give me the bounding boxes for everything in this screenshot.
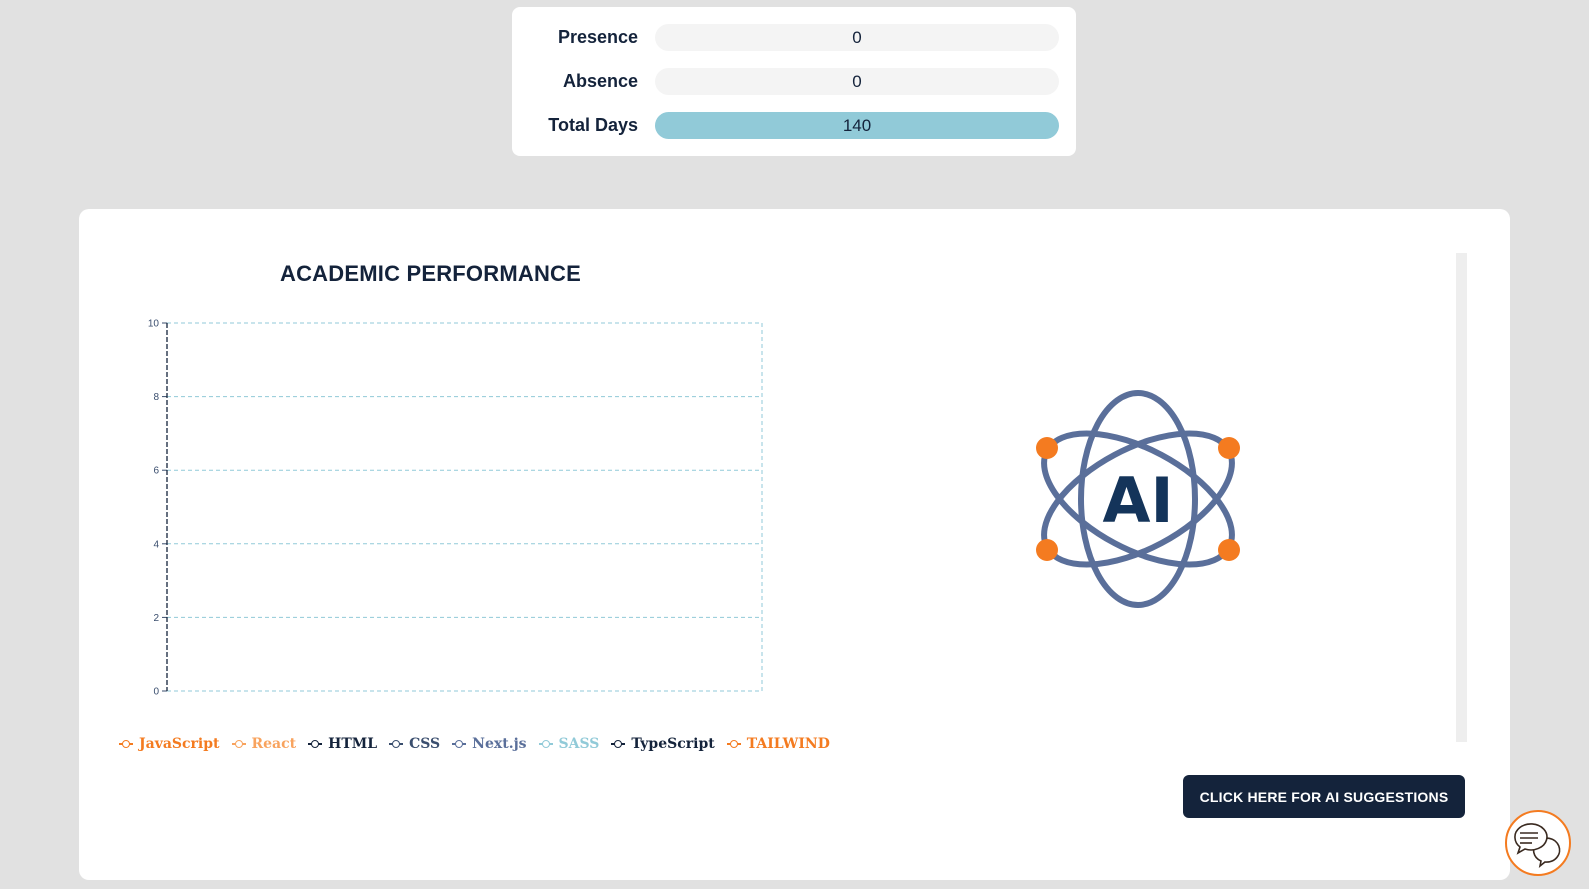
legend-marker [726,739,741,749]
legend-label: TypeScript [631,736,715,752]
performance-chart: 0 2 4 6 8 10 [148,319,763,698]
legend-marker [611,739,626,749]
legend-item[interactable]: Next.js [452,736,527,752]
atom-node [1036,539,1058,561]
ai-suggestions-button[interactable]: CLICK HERE FOR AI SUGGESTIONS [1183,775,1465,818]
y-tick-label: 10 [148,319,160,330]
legend-marker [308,739,323,749]
legend-marker [389,739,404,749]
legend-label: JavaScript [139,736,220,752]
ai-logo: AI [1033,386,1243,612]
chart-legend: JavaScript React HTML CSS Next.js SASS TypeScr… [119,734,842,754]
atom-node [1036,437,1058,459]
legend-item[interactable]: JavaScript [119,736,220,752]
attendance-card: Presence 0 Absence 0 Total Days 140 [512,7,1076,156]
legend-item[interactable]: HTML [308,736,377,752]
legend-label: CSS [409,736,441,752]
absence-label: Absence [562,71,638,91]
presence-label: Presence [557,27,638,47]
attendance-row-presence: Presence 0 [512,24,1076,51]
legend-label: React [251,736,297,752]
legend-label: TAILWIND [746,736,830,752]
atom-ai-icon: AI [1036,390,1240,608]
legend-marker [452,739,467,749]
y-tick-label: 8 [153,392,159,403]
performance-card: ACADEMIC PERFORMANCE 0 2 4 6 8 10 JavaScript R… [79,209,1510,880]
presence-value: 0 [655,24,1059,51]
y-tick-label: 2 [153,613,159,624]
legend-item[interactable]: React [231,736,297,752]
y-tick-label: 4 [153,539,159,550]
absence-value: 0 [655,68,1059,95]
legend-item[interactable]: TypeScript [611,736,715,752]
atom-node [1218,539,1240,561]
total-days-value: 140 [655,112,1059,139]
legend-item[interactable]: CSS [389,736,440,752]
atom-node [1218,437,1240,459]
legend-marker [119,739,133,749]
legend-marker [231,739,246,749]
legend-label: HTML [328,736,378,752]
chat-button[interactable] [1505,810,1571,876]
legend-label: SASS [558,736,600,752]
panel-scrollbar[interactable] [1456,253,1467,742]
legend-label: Next.js [472,736,527,752]
legend-marker [538,739,553,749]
attendance-row-total-days: Total Days 140 [512,112,1076,139]
chat-bubbles-icon [1514,823,1561,868]
attendance-row-absence: Absence 0 [512,68,1076,95]
ai-logo-text: AI [1102,464,1173,537]
y-tick-label: 6 [153,466,159,477]
total-days-label: Total Days [548,115,638,135]
legend-item[interactable]: TAILWIND [726,736,830,752]
y-tick-label: 0 [153,687,159,698]
legend-item[interactable]: SASS [538,736,600,752]
